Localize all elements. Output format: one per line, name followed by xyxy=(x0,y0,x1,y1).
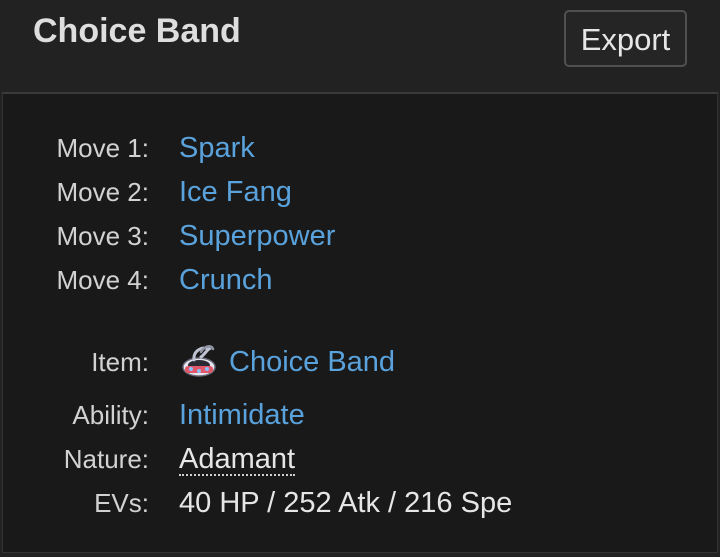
export-button[interactable]: Export xyxy=(564,10,687,67)
nature-row: Nature: Adamant xyxy=(3,437,719,481)
choice-band-icon xyxy=(179,340,219,380)
move-2-row: Move 2: Ice Fang xyxy=(3,170,719,214)
item-label: Item: xyxy=(91,347,149,377)
move-1-label: Move 1: xyxy=(56,133,150,163)
ability-link[interactable]: Intimidate xyxy=(179,393,305,437)
nature-value-wrap: Adamant xyxy=(179,437,296,481)
item-row: Item: Choice Band xyxy=(3,340,719,384)
move-1-row: Move 1: Spark xyxy=(3,126,719,170)
set-card: Choice Band Export Move 1: Spark Move 2:… xyxy=(0,0,720,557)
set-details-panel: Move 1: Spark Move 2: Ice Fang Move 3: S… xyxy=(2,92,718,553)
evs-row: EVs: 40 HP / 252 Atk / 216 Spe xyxy=(3,481,719,525)
move-4-link[interactable]: Crunch xyxy=(179,258,273,302)
move-2-label: Move 2: xyxy=(56,177,150,207)
evs-value: 40 HP / 252 Atk / 216 Spe xyxy=(179,487,513,519)
ability-label: Ability: xyxy=(72,400,149,430)
nature-value[interactable]: Adamant xyxy=(179,444,296,476)
nature-label: Nature: xyxy=(63,444,149,474)
move-1-link[interactable]: Spark xyxy=(179,126,255,170)
item-link[interactable]: Choice Band xyxy=(229,346,395,378)
move-4-row: Move 4: Crunch xyxy=(3,258,719,302)
move-3-row: Move 3: Superpower xyxy=(3,214,719,258)
move-3-link[interactable]: Superpower xyxy=(179,214,335,258)
move-3-label: Move 3: xyxy=(56,221,150,251)
item-value: Choice Band xyxy=(179,340,395,384)
evs-label: EVs: xyxy=(94,488,149,518)
move-4-label: Move 4: xyxy=(56,265,150,295)
ability-row: Ability: Intimidate xyxy=(3,393,719,437)
card-header: Choice Band Export xyxy=(0,0,720,92)
set-title: Choice Band xyxy=(33,12,241,50)
move-2-link[interactable]: Ice Fang xyxy=(179,170,292,214)
